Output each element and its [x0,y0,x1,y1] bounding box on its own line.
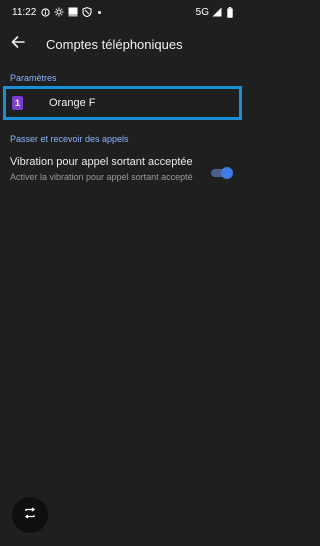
rotate-screen-icon [23,506,37,525]
app-bar: Comptes téléphoniques [0,28,245,60]
vibration-setting[interactable]: Vibration pour appel sortant acceptée Ac… [10,156,235,196]
status-time: 11:22 [12,6,37,18]
status-bar: 11:22 5G [0,0,245,24]
battery-icon [225,6,235,18]
status-bar-left: 11:22 [12,6,102,18]
phone-accounts-screen: 11:22 5G Comptes téléphoniques Paramètre… [0,0,245,546]
brightness-icon [54,7,64,17]
vibration-setting-title: Vibration pour appel sortant acceptée [10,156,193,168]
signal-icon [212,7,222,17]
page-title: Comptes téléphoniques [46,36,183,52]
arrow-back-icon [11,35,25,54]
sim-card-icon: 1 [12,96,23,110]
toggle-thumb [221,167,233,179]
dot-icon [98,10,102,14]
account-label: Orange F [49,97,96,109]
section-header-parametres: Paramètres [10,73,57,83]
section-header-calls: Passer et recevoir des appels [10,134,129,144]
back-button[interactable] [0,28,36,60]
info-circle-icon [40,7,50,17]
vibration-toggle[interactable] [211,167,233,179]
image-icon [68,7,78,17]
network-type: 5G [195,6,209,18]
status-bar-right: 5G [195,6,235,18]
shield-icon [82,7,92,17]
account-item-orange[interactable]: 1 Orange F [3,86,242,120]
vibration-setting-summary: Activer la vibration pour appel sortant … [10,172,193,182]
rotate-screen-button[interactable] [12,497,48,533]
